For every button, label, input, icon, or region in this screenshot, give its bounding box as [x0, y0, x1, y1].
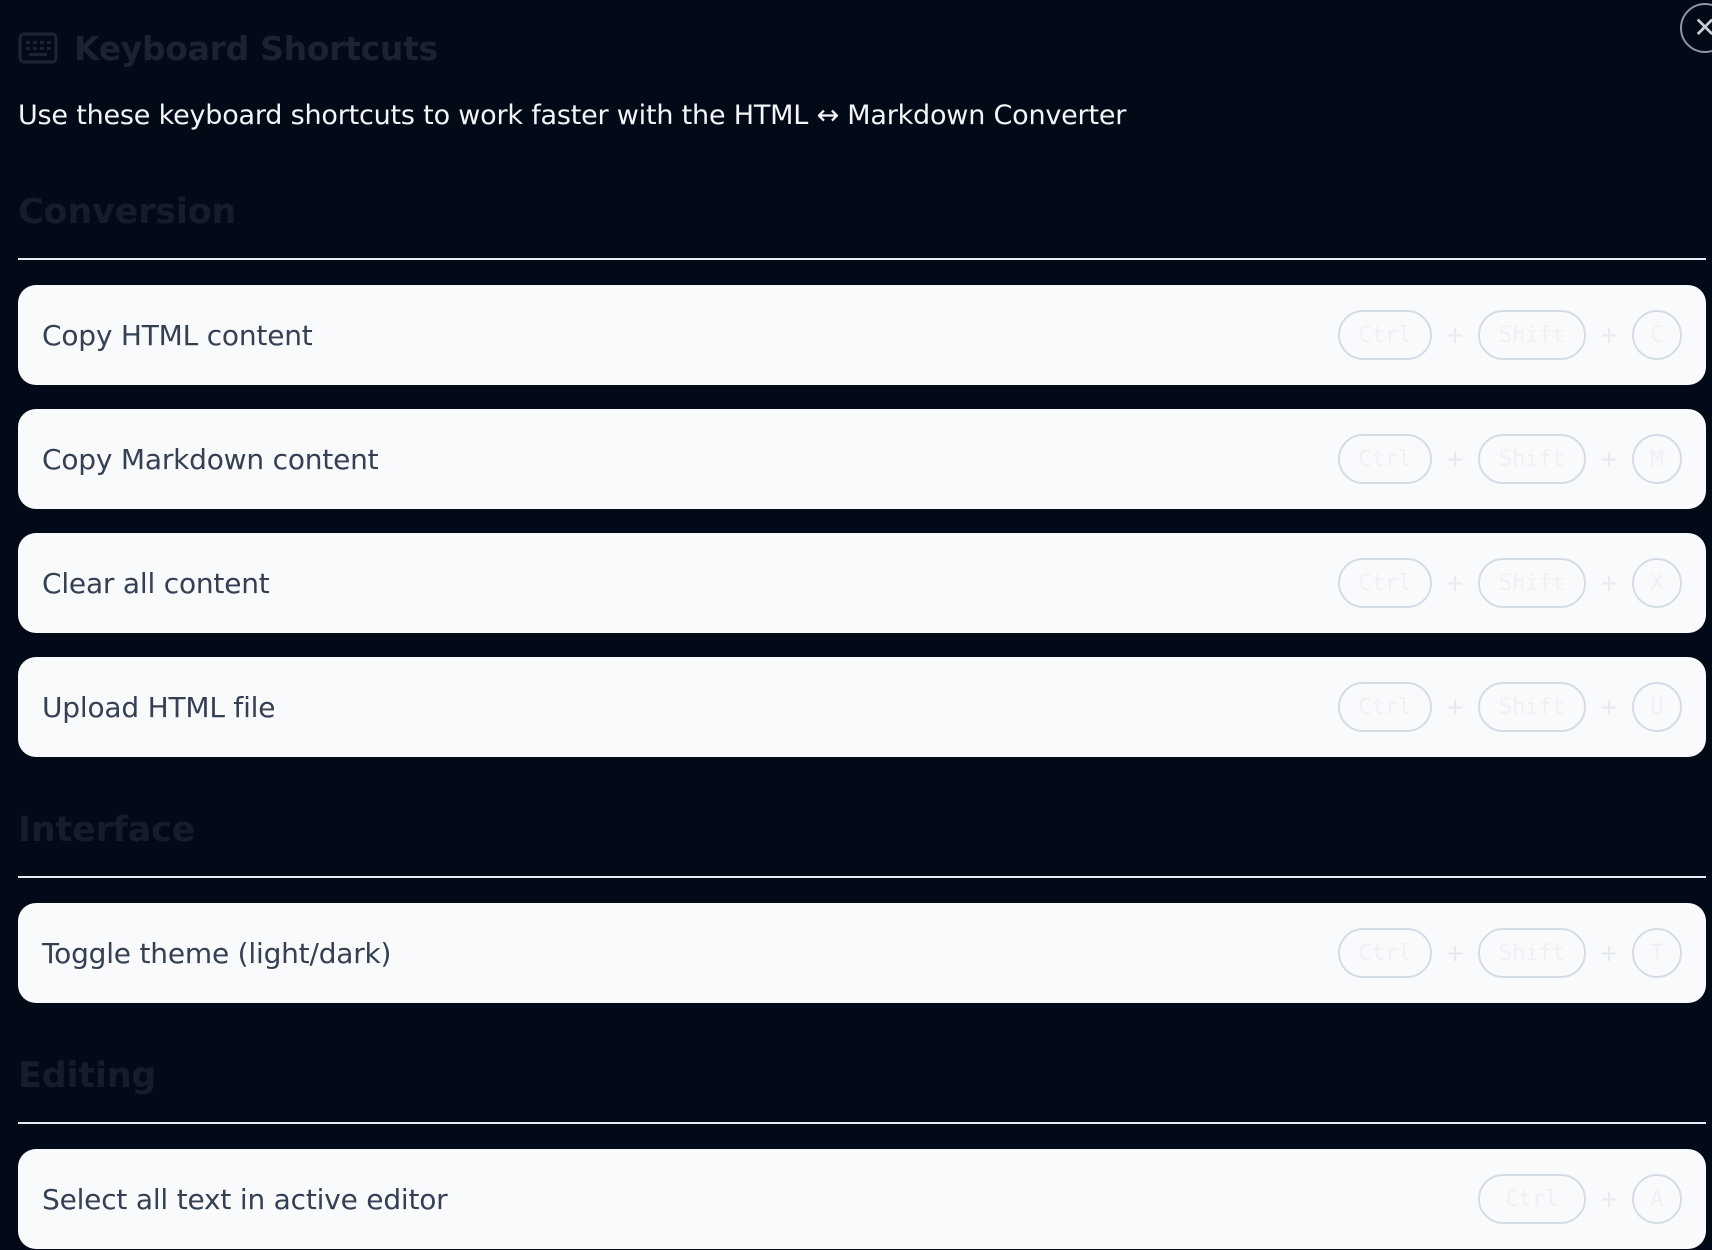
key-shift: Shift [1478, 928, 1586, 978]
key-shift: Shift [1478, 558, 1586, 608]
key-letter: M [1632, 434, 1682, 484]
dialog-header: Keyboard Shortcuts [18, 24, 438, 72]
key-separator: + [1598, 569, 1620, 597]
shortcut-label: Clear all content [42, 566, 270, 600]
shortcut-label: Copy HTML content [42, 318, 313, 352]
shortcut-keys: Ctrl + Shift + X [1338, 558, 1682, 608]
shortcut-row-clear-all: Clear all content Ctrl + Shift + X [18, 533, 1706, 633]
keyboard-shortcuts-dialog: Keyboard Shortcuts ✕ Use these keyboard … [0, 0, 1712, 1250]
shortcut-label: Toggle theme (light/dark) [42, 936, 392, 970]
shortcut-row-copy-html: Copy HTML content Ctrl + Shift + C [18, 285, 1706, 385]
key-separator: + [1598, 693, 1620, 721]
key-separator: + [1444, 569, 1466, 597]
section-divider [18, 876, 1706, 878]
section-divider [18, 258, 1706, 260]
key-letter: A [1632, 1174, 1682, 1224]
shortcut-keys: Ctrl + Shift + T [1338, 928, 1682, 978]
key-separator: + [1598, 1185, 1620, 1213]
shortcut-row-toggle-theme: Toggle theme (light/dark) Ctrl + Shift +… [18, 903, 1706, 1003]
key-separator: + [1598, 321, 1620, 349]
key-ctrl: Ctrl [1338, 434, 1432, 484]
dialog-description: Use these keyboard shortcuts to work fas… [18, 100, 1127, 131]
key-letter: C [1632, 310, 1682, 360]
shortcut-label: Upload HTML file [42, 690, 276, 724]
shortcut-keys: Ctrl + Shift + M [1338, 434, 1682, 484]
key-letter: T [1632, 928, 1682, 978]
shortcut-row-select-all: Select all text in active editor Ctrl + … [18, 1149, 1706, 1249]
section-heading-interface: Interface [18, 810, 196, 850]
key-letter: X [1632, 558, 1682, 608]
key-ctrl: Ctrl [1338, 682, 1432, 732]
key-shift: Shift [1478, 310, 1586, 360]
keyboard-icon [18, 32, 58, 64]
key-separator: + [1598, 939, 1620, 967]
section-heading-conversion: Conversion [18, 192, 237, 232]
shortcut-keys: Ctrl + Shift + C [1338, 310, 1682, 360]
shortcut-keys: Ctrl + A [1478, 1174, 1682, 1224]
shortcut-label: Copy Markdown content [42, 442, 379, 476]
section-divider [18, 1122, 1706, 1124]
shortcut-keys: Ctrl + Shift + U [1338, 682, 1682, 732]
key-shift: Shift [1478, 682, 1586, 732]
key-ctrl: Ctrl [1338, 310, 1432, 360]
shortcut-label: Select all text in active editor [42, 1182, 448, 1216]
key-separator: + [1444, 939, 1466, 967]
close-button[interactable]: ✕ [1680, 3, 1712, 53]
shortcut-row-upload-html: Upload HTML file Ctrl + Shift + U [18, 657, 1706, 757]
key-separator: + [1598, 445, 1620, 473]
key-separator: + [1444, 445, 1466, 473]
key-ctrl: Ctrl [1338, 558, 1432, 608]
key-letter: U [1632, 682, 1682, 732]
key-separator: + [1444, 321, 1466, 349]
key-shift: Shift [1478, 434, 1586, 484]
close-icon: ✕ [1693, 11, 1712, 44]
dialog-title: Keyboard Shortcuts [74, 28, 438, 68]
key-ctrl: Ctrl [1338, 928, 1432, 978]
key-ctrl: Ctrl [1478, 1174, 1586, 1224]
section-heading-editing: Editing [18, 1056, 157, 1096]
shortcut-row-copy-markdown: Copy Markdown content Ctrl + Shift + M [18, 409, 1706, 509]
key-separator: + [1444, 693, 1466, 721]
